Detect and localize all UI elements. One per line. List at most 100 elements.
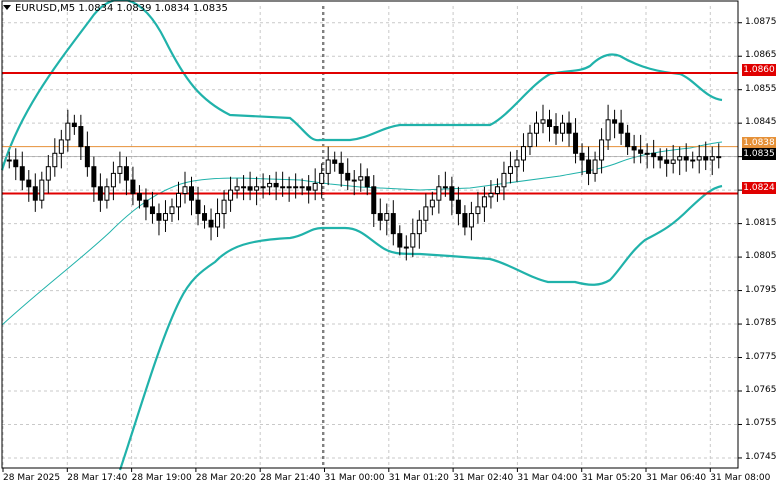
chart-window[interactable]: EURUSD,M5 1.0834 1.0839 1.0834 1.0835 1.… [0,0,781,489]
candle-body [410,233,416,248]
candle-body [149,206,155,215]
candle-body [319,172,325,184]
candle-body [403,246,409,249]
candle-body [716,156,722,159]
candle-body [202,213,208,221]
candle-body [442,186,448,189]
grid [2,6,738,468]
y-tick-label: 1.0845 [745,117,777,128]
candle-body [78,126,84,148]
x-tick-label: 31 Mar 06:40 [646,473,707,483]
candle-body [110,172,116,188]
candle-body [566,122,572,134]
candle-body [651,152,657,158]
last-price-tag: 1.0835 [742,148,776,160]
price-chart[interactable] [0,0,781,489]
candle-body [234,186,240,191]
candle-body [625,132,631,148]
candle-body [293,186,299,189]
candle-body [638,149,644,154]
candle-body [527,132,533,148]
candle-body [547,119,553,128]
x-tick-label: 31 Mar 05:20 [581,473,642,483]
candle-body [462,213,468,228]
candle-body [58,139,64,154]
candle-body [117,166,123,174]
chart-header: EURUSD,M5 1.0834 1.0839 1.0834 1.0835 [3,3,228,14]
candle-body [377,213,383,221]
candle-body [189,186,195,201]
y-tick-label: 1.0875 [745,16,777,27]
candle-body [273,182,279,188]
candle-body [254,186,260,191]
x-tick-label: 28 Mar 17:40 [67,473,128,483]
x-tick-label: 28 Mar 19:00 [131,473,192,483]
candle-body [533,122,539,134]
candle-body [560,122,566,134]
candle-body [475,206,481,215]
candle-body [423,206,429,221]
x-tick-label: 31 Mar 04:00 [517,473,578,483]
candle-body [664,159,670,164]
candle-body [228,189,234,201]
candle-body [488,192,494,198]
candle-body [130,179,136,194]
x-tick-label: 28 Mar 21:40 [260,473,321,483]
y-tick-label: 1.0795 [745,284,777,295]
candle-body [358,176,364,181]
candle-body [306,186,312,191]
candle-body [599,139,605,161]
x-tick-label: 28 Mar 2025 [3,473,61,483]
candle-body [45,166,51,181]
candle-body [657,156,663,161]
candle-body [97,186,103,201]
chevron-down-icon[interactable] [3,5,11,10]
candle-body [540,119,546,124]
candle-body [364,176,370,188]
candle-body [169,206,175,215]
candle-body [573,132,579,154]
symbol-label: EURUSD,M5 [15,3,76,14]
candle-body [156,213,162,221]
candle-body [91,166,97,188]
candle-body [579,152,585,161]
candle-body [195,199,201,215]
candle-body [345,172,351,181]
plot-frame [1,0,739,469]
candle-body [612,119,618,124]
candle-body [52,152,58,168]
candle-body [312,182,318,191]
candle-body [123,166,129,181]
candle-body [605,119,611,141]
upper-band [0,0,723,171]
candle-body [247,186,253,191]
candle-body [267,182,273,188]
candle-body [175,192,181,208]
candle-body [670,159,676,164]
axes [1,0,742,472]
candle-body [709,156,715,161]
x-tick-label: 31 Mar 02:40 [453,473,514,483]
candle-body [71,122,77,128]
resistance-price-tag: 1.0860 [742,64,776,76]
candle-body [644,152,650,155]
candle-body [677,156,683,161]
x-tick-label: 28 Mar 20:20 [195,473,256,483]
y-tick-label: 1.0775 [745,351,777,362]
candle-body [182,186,188,194]
candle-body [215,213,221,228]
candle-body [384,213,390,221]
x-tick-label: 31 Mar 00:00 [324,473,385,483]
candle-body [683,156,689,161]
candle-body [32,186,38,201]
candle-body [104,186,110,201]
candle-body [208,219,214,228]
candle-body [260,186,266,189]
candle-body [26,179,32,188]
candle-body [299,186,305,189]
candle-body [6,159,12,162]
candle-body [390,213,396,235]
candle-body [449,186,455,201]
y-tick-label: 1.0765 [745,385,777,395]
candle-body [416,219,422,235]
